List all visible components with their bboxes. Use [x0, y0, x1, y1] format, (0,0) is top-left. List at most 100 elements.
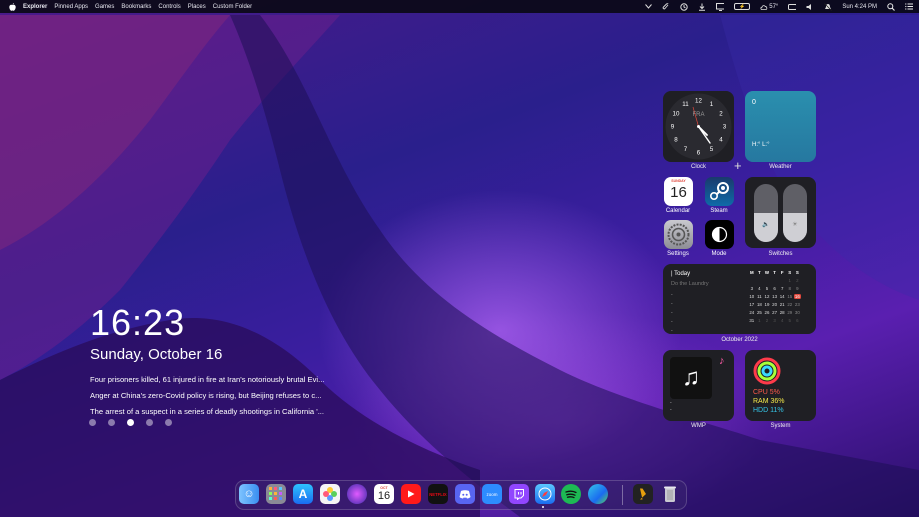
launchpad-dock-icon[interactable]	[266, 484, 286, 504]
calendar-today-label: Today	[674, 271, 691, 277]
zoom-dock-icon[interactable]: zoom	[482, 484, 502, 504]
calendar-day[interactable]: 28	[778, 310, 786, 315]
calendar-day[interactable]: 29	[786, 310, 794, 315]
app-store-dock-icon[interactable]: A	[293, 484, 313, 504]
system-widget[interactable]: CPU 5% RAM 36% HDD 11%	[745, 350, 816, 421]
menu-item-explorer[interactable]: Explorer	[23, 4, 47, 10]
menu-item-places[interactable]: Places	[188, 4, 206, 10]
calendar-day[interactable]	[771, 278, 779, 283]
calendar-day[interactable]: 1	[786, 278, 794, 283]
spotify-dock-icon[interactable]	[561, 484, 581, 504]
calendar-day[interactable]: 6	[771, 286, 779, 291]
menu-item-custom-folder[interactable]: Custom Folder	[213, 4, 252, 10]
volume-slider[interactable]: 🔈	[754, 184, 778, 242]
calendar-day[interactable]: 20	[771, 302, 779, 307]
calendar-day[interactable]	[756, 278, 764, 283]
calendar-day[interactable]: 23	[794, 302, 802, 307]
news-headline[interactable]: The arrest of a suspect in a series of d…	[90, 404, 350, 420]
list-icon[interactable]	[905, 3, 913, 11]
datetime-text[interactable]: Sun 4:24 PM	[842, 4, 877, 10]
weather-widget[interactable]: 0 H:° L:°	[745, 91, 816, 162]
calendar-day[interactable]: 16	[793, 294, 802, 299]
calendar-day[interactable]: 12	[763, 294, 771, 299]
calendar-day[interactable]: 7	[778, 286, 786, 291]
calendar-day[interactable]: 2	[763, 318, 771, 323]
photos-dock-icon[interactable]	[320, 484, 340, 504]
finder-dock-icon[interactable]: ☺	[239, 484, 259, 504]
calendar-day[interactable]: 3	[748, 286, 756, 291]
twitch-dock-icon[interactable]	[509, 484, 529, 504]
page-dot-active[interactable]	[127, 419, 134, 426]
page-dot[interactable]	[146, 419, 153, 426]
apple-icon[interactable]	[8, 2, 16, 11]
netflix-dock-icon[interactable]: NETFLIX	[428, 484, 448, 504]
search-icon[interactable]	[887, 2, 895, 11]
calendar-app-icon[interactable]: SUNDAY 16	[664, 177, 693, 206]
add-widget-icon[interactable]: +	[734, 158, 742, 173]
calendar-day[interactable]: 24	[748, 310, 756, 315]
menu-item-controls[interactable]: Controls	[158, 4, 180, 10]
calendar-day[interactable]: 10	[748, 294, 756, 299]
battery-icon[interactable]: ⚡	[734, 3, 751, 10]
menu-item-games[interactable]: Games	[95, 4, 114, 10]
calendar-day[interactable]: 15	[786, 294, 794, 299]
calendar-day[interactable]: 4	[756, 286, 764, 291]
download-icon[interactable]	[698, 3, 706, 11]
calendar-day[interactable]: 14	[778, 294, 786, 299]
calendar-day[interactable]: 18	[756, 302, 764, 307]
news-headline[interactable]: Four prisoners killed, 61 injured in fir…	[90, 372, 350, 388]
calendar-day[interactable]: 5	[786, 318, 794, 323]
edge-dock-icon[interactable]	[588, 484, 608, 504]
calendar-day[interactable]: 4	[778, 318, 786, 323]
calendar-day[interactable]: 30	[794, 310, 802, 315]
plex-dock-icon[interactable]	[633, 484, 653, 504]
safari-dock-icon[interactable]	[535, 484, 555, 504]
calendar-day[interactable]	[748, 278, 756, 283]
menu-item-bookmarks[interactable]: Bookmarks	[121, 4, 151, 10]
youtube-dock-icon[interactable]	[401, 484, 421, 504]
calendar-day[interactable]: 21	[778, 302, 786, 307]
mode-app-icon[interactable]	[705, 220, 734, 249]
calendar-day[interactable]: 11	[756, 294, 764, 299]
chevron-down-icon[interactable]	[644, 3, 652, 11]
calendar-day[interactable]: 26	[763, 310, 771, 315]
page-dot[interactable]	[89, 419, 96, 426]
calendar-day[interactable]: 3	[771, 318, 779, 323]
siri-dock-icon[interactable]	[347, 484, 367, 504]
calendar-day[interactable]: 25	[756, 310, 764, 315]
notifications-off-icon[interactable]	[824, 2, 833, 11]
steam-app-icon[interactable]	[705, 177, 734, 206]
calendar-day[interactable]: 13	[771, 294, 779, 299]
calendar-day[interactable]: 9	[794, 286, 802, 291]
calendar-app-day: 16	[670, 184, 687, 201]
keyboard-icon[interactable]	[788, 3, 797, 11]
paperclip-icon[interactable]	[662, 2, 670, 11]
calendar-day[interactable]: 6	[794, 318, 802, 323]
display-icon[interactable]	[716, 2, 725, 11]
calendar-day[interactable]	[763, 278, 771, 283]
settings-app-icon[interactable]	[664, 220, 693, 249]
page-dot[interactable]	[165, 419, 172, 426]
menu-item-pinned-apps[interactable]: Pinned Apps	[54, 4, 88, 10]
calendar-day[interactable]: 2	[794, 278, 802, 283]
clock-widget[interactable]: 12 1 2 3 4 5 6 7 8 9 10 11 FRA	[663, 91, 734, 162]
wmp-widget[interactable]: ♫ ♪ - -	[663, 350, 734, 421]
calendar-day[interactable]: 17	[748, 302, 756, 307]
calendar-dock-icon[interactable]: OCT 16	[374, 484, 394, 504]
calendar-day[interactable]: 22	[786, 302, 794, 307]
calendar-day[interactable]: 8	[786, 286, 794, 291]
calendar-day[interactable]: 1	[756, 318, 764, 323]
volume-icon[interactable]	[806, 3, 814, 11]
calendar-day[interactable]: 27	[771, 310, 779, 315]
weather-status[interactable]: 57°	[760, 3, 778, 11]
page-dot[interactable]	[108, 419, 115, 426]
brightness-slider[interactable]: ☀	[783, 184, 807, 242]
history-icon[interactable]	[680, 2, 688, 11]
calendar-day[interactable]	[778, 278, 786, 283]
calendar-day[interactable]: 5	[763, 286, 771, 291]
calendar-day[interactable]: 19	[763, 302, 771, 307]
trash-dock-icon[interactable]	[660, 484, 680, 504]
calendar-day[interactable]: 31	[748, 318, 756, 323]
discord-dock-icon[interactable]	[455, 484, 475, 504]
news-headline[interactable]: Anger at China's zero-Covid policy is ri…	[90, 388, 350, 404]
